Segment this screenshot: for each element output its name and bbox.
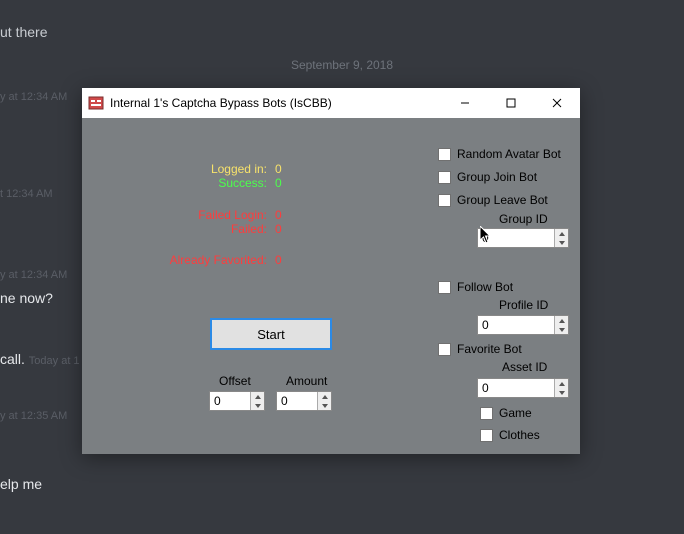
group-leave-checkbox[interactable]	[438, 194, 451, 207]
amount-label: Amount	[286, 374, 327, 388]
group-id-label: Group ID	[499, 212, 548, 226]
minimize-button[interactable]	[442, 88, 488, 118]
chat-message: ne now?	[0, 290, 53, 306]
chevron-down-icon[interactable]	[555, 388, 568, 397]
titlebar[interactable]: Internal 1's Captcha Bypass Bots (IsCBB)	[82, 88, 580, 118]
group-join-checkbox[interactable]	[438, 171, 451, 184]
chevron-down-icon[interactable]	[251, 401, 264, 410]
clothes-checkbox[interactable]	[480, 429, 493, 442]
chat-timestamp: y at 12:35 AM	[0, 410, 67, 422]
window-client-area: Logged in: 0 Success: 0 Failed Login: 0 …	[82, 118, 580, 454]
failed-value: 0	[275, 222, 295, 236]
app-icon	[88, 95, 104, 111]
success-value: 0	[275, 176, 295, 190]
chevron-up-icon[interactable]	[555, 229, 568, 238]
chevron-down-icon[interactable]	[318, 401, 331, 410]
chat-message: call. Today at 1	[0, 351, 80, 367]
follow-bot-label: Follow Bot	[457, 280, 513, 294]
failed-login-value: 0	[275, 208, 295, 222]
logged-in-label: Logged in:	[197, 162, 267, 176]
chevron-up-icon[interactable]	[555, 316, 568, 325]
clothes-label: Clothes	[499, 428, 540, 442]
chat-timestamp: t 12:34 AM	[0, 188, 53, 200]
date-divider: September 9, 2018	[0, 58, 684, 72]
chat-message: elp me	[0, 476, 42, 492]
already-favorited-label: Already Favorited:	[162, 253, 267, 267]
game-label: Game	[499, 406, 532, 420]
success-label: Success:	[197, 176, 267, 190]
chevron-up-icon[interactable]	[251, 392, 264, 401]
group-id-stepper[interactable]: 0	[477, 228, 569, 248]
group-join-label: Group Join Bot	[457, 170, 537, 184]
offset-stepper[interactable]: 0	[209, 391, 265, 411]
logged-in-value: 0	[275, 162, 295, 176]
asset-id-stepper[interactable]: 0	[477, 378, 569, 398]
chevron-up-icon[interactable]	[318, 392, 331, 401]
start-button[interactable]: Start	[210, 318, 332, 350]
maximize-button[interactable]	[488, 88, 534, 118]
already-favorited-value: 0	[275, 253, 295, 267]
group-leave-label: Group Leave Bot	[457, 193, 548, 207]
random-avatar-label: Random Avatar Bot	[457, 147, 561, 161]
chat-timestamp: y at 12:34 AM	[0, 269, 67, 281]
random-avatar-checkbox[interactable]	[438, 148, 451, 161]
profile-id-label: Profile ID	[499, 298, 548, 312]
chevron-down-icon[interactable]	[555, 238, 568, 247]
close-button[interactable]	[534, 88, 580, 118]
follow-bot-checkbox[interactable]	[438, 281, 451, 294]
game-checkbox[interactable]	[480, 407, 493, 420]
offset-label: Offset	[219, 374, 251, 388]
failed-login-label: Failed Login:	[187, 208, 267, 222]
chevron-up-icon[interactable]	[555, 379, 568, 388]
app-window: Internal 1's Captcha Bypass Bots (IsCBB)…	[82, 88, 580, 454]
asset-id-label: Asset ID	[502, 360, 547, 374]
window-title: Internal 1's Captcha Bypass Bots (IsCBB)	[110, 96, 332, 110]
favorite-bot-label: Favorite Bot	[457, 342, 522, 356]
failed-label: Failed:	[197, 222, 267, 236]
favorite-bot-checkbox[interactable]	[438, 343, 451, 356]
chat-timestamp: y at 12:34 AM	[0, 91, 67, 103]
chevron-down-icon[interactable]	[555, 325, 568, 334]
amount-stepper[interactable]: 0	[276, 391, 332, 411]
profile-id-stepper[interactable]: 0	[477, 315, 569, 335]
chat-message: ut there	[0, 24, 47, 40]
